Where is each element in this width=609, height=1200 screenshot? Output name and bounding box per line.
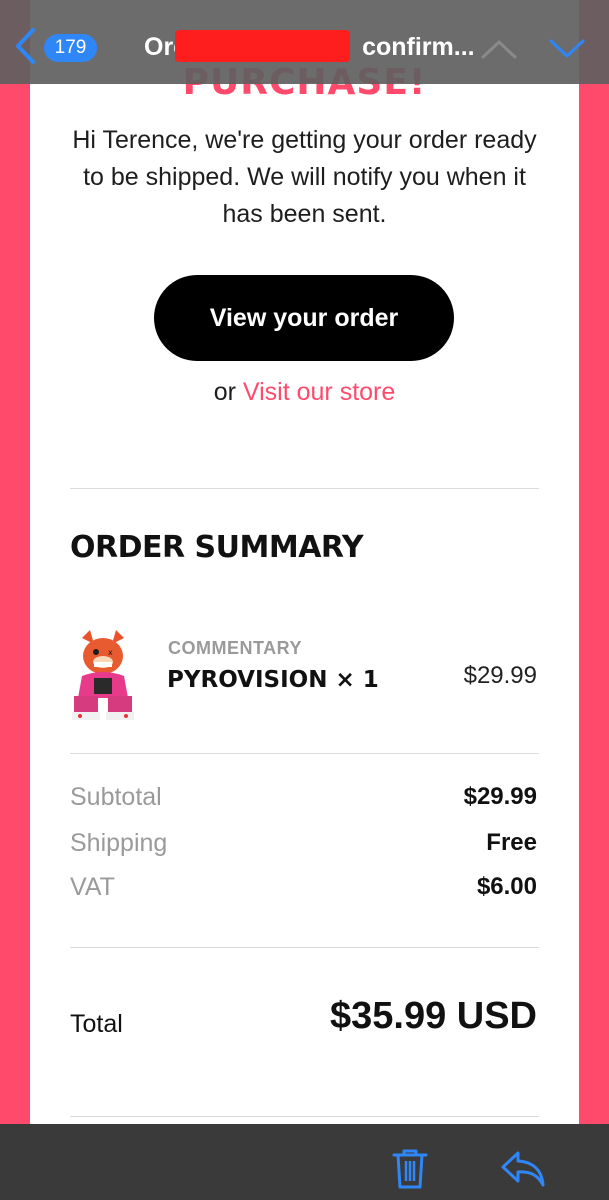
total-label: Total <box>70 1010 123 1038</box>
divider <box>70 488 539 489</box>
redaction-mark <box>175 30 350 62</box>
intro-text: Hi Terence, we're getting your order rea… <box>72 126 537 228</box>
shipping-label: Shipping <box>70 829 168 857</box>
divider <box>70 753 539 754</box>
order-summary-title: ORDER SUMMARY <box>70 530 364 565</box>
trash-icon[interactable] <box>392 1147 428 1191</box>
vat-label: VAT <box>70 873 115 901</box>
item-price: $29.99 <box>463 662 537 689</box>
store-line: or Visit our store <box>30 378 579 407</box>
chevron-left-icon[interactable] <box>12 26 38 66</box>
subtotal-value: $29.99 <box>463 783 537 810</box>
total-value: $35.99 USD <box>329 995 537 1037</box>
visit-store-link[interactable]: Visit our store <box>243 378 395 406</box>
shipping-value: Free <box>486 829 537 856</box>
reply-icon[interactable] <box>500 1149 546 1189</box>
product-image: x <box>72 630 134 720</box>
mail-nav-bar: 179 Orc confirm... <box>0 0 609 84</box>
chevron-up-icon[interactable] <box>480 38 518 60</box>
svg-text:x: x <box>108 648 113 657</box>
vat-value: $6.00 <box>476 873 537 900</box>
divider <box>70 947 539 948</box>
view-order-button[interactable]: View your order <box>154 275 454 361</box>
mail-subject-suffix: confirm... <box>362 33 475 61</box>
or-text: or <box>213 378 236 406</box>
item-name: PYROVISION × 1 <box>167 667 379 693</box>
email-body: PURCHASE! Hi Terence, we're getting your… <box>30 0 579 1124</box>
subtotal-label: Subtotal <box>70 783 162 811</box>
item-category: COMMENTARY <box>168 638 302 658</box>
chevron-down-icon[interactable] <box>548 38 586 60</box>
divider <box>70 1116 539 1117</box>
unread-count-badge[interactable]: 179 <box>44 34 97 62</box>
